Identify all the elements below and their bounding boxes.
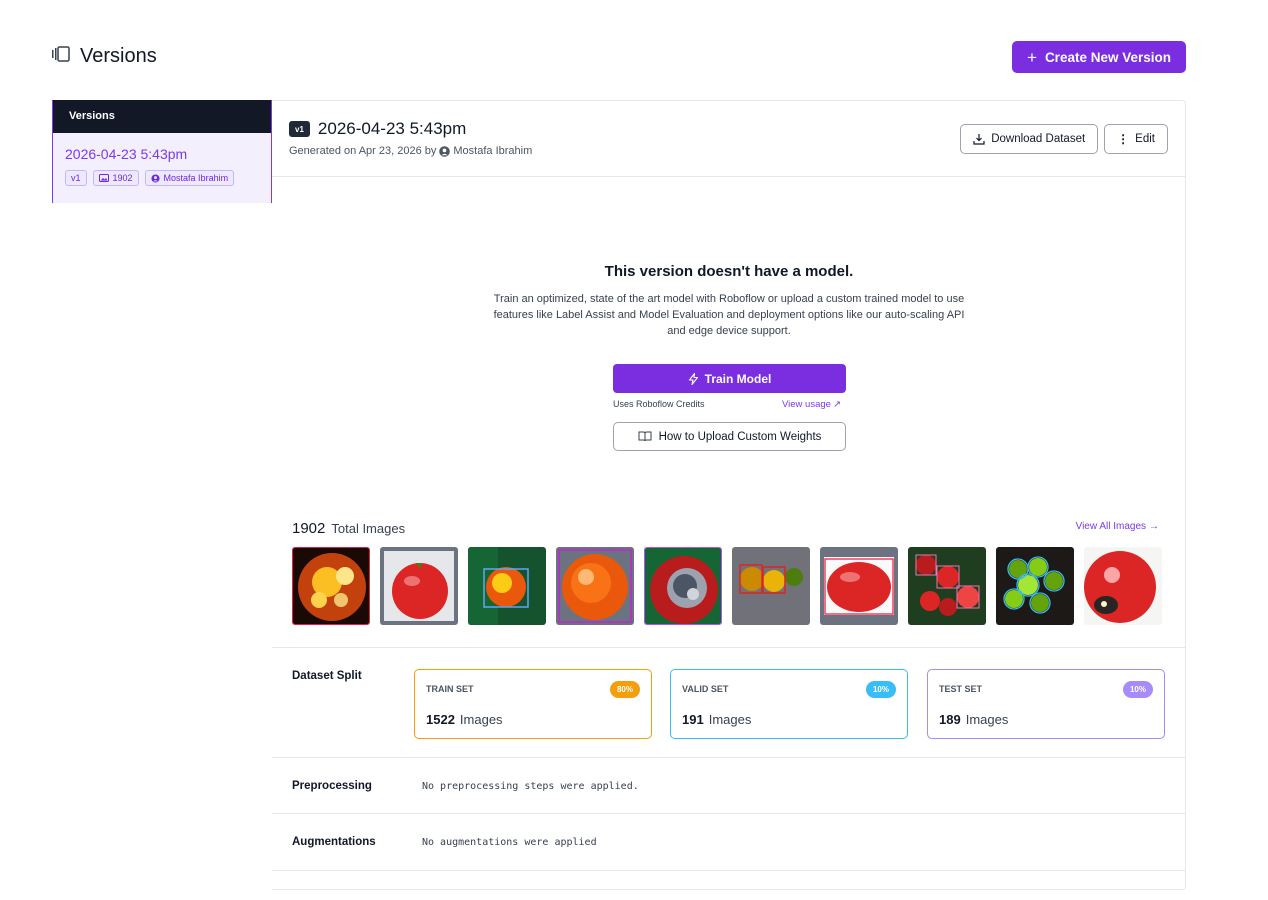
no-model-description: Train an optimized, state of the art mod… [493, 293, 965, 337]
create-new-version-button[interactable]: + Create New Version [1012, 41, 1186, 73]
test-set-percent: 10% [1122, 681, 1153, 698]
augmentations-row: Augmentations No augmentations were appl… [272, 813, 1185, 871]
image-thumbnails [292, 547, 1162, 625]
thumbnail-image[interactable] [468, 547, 546, 625]
total-images: 1902 Total Images [292, 520, 405, 537]
preprocessing-row: Preprocessing No preprocessing steps wer… [272, 757, 1185, 813]
valid-set-count: 191 Images [682, 712, 752, 727]
version-detail-panel: v1 2026-04-23 5:43pm Generated on Apr 23… [272, 100, 1186, 890]
plus-icon: + [1027, 47, 1037, 67]
version-actions: Download Dataset ⋮ Edit [960, 124, 1168, 154]
thumbnail-image[interactable] [556, 547, 634, 625]
image-icon [98, 174, 109, 182]
thumbnail-image[interactable] [820, 547, 898, 625]
user-icon [439, 145, 451, 157]
upload-custom-weights-button[interactable]: How to Upload Custom Weights [613, 422, 846, 451]
augmentations-label: Augmentations [292, 836, 376, 848]
dataset-split-label: Dataset Split [292, 670, 362, 682]
sidebar-version-item[interactable]: 2026-04-23 5:43pm v1 1902 Mostafa Ibrahi… [53, 133, 271, 203]
version-badge: v1 [65, 170, 87, 186]
sidebar-version-date: 2026-04-23 5:43pm [65, 146, 188, 162]
credits-note: Uses Roboflow Credits [613, 399, 705, 409]
download-icon [973, 134, 985, 145]
page-header: Versions + Create New Version [52, 41, 1186, 73]
thumbnail-image[interactable] [908, 547, 986, 625]
test-set-card: TEST SET 10% 189 Images [927, 669, 1165, 739]
thumbnail-image[interactable] [380, 547, 458, 625]
version-header: v1 2026-04-23 5:43pm Generated on Apr 23… [272, 101, 1185, 177]
sidebar-version-badges: v1 1902 Mostafa Ibrahim [65, 170, 259, 186]
download-dataset-button[interactable]: Download Dataset [960, 124, 1099, 154]
version-title-row: v1 2026-04-23 5:43pm [289, 119, 466, 139]
dataset-split-section: Dataset Split TRAIN SET 80% 1522 Images V… [272, 647, 1185, 757]
arrow-right-icon: → [1149, 521, 1159, 532]
more-vertical-icon: ⋮ [1117, 132, 1130, 146]
thumbnail-image[interactable] [1084, 547, 1162, 625]
thumbnail-image[interactable] [732, 547, 810, 625]
augmentations-value: No augmentations were applied [422, 837, 597, 848]
thumbnail-image[interactable] [644, 547, 722, 625]
book-icon [638, 431, 652, 442]
no-model-title: This version doesn't have a model. [604, 263, 854, 280]
train-set-percent: 80% [609, 681, 640, 698]
total-images-label: Total Images [331, 521, 406, 536]
create-new-version-label: Create New Version [1044, 49, 1171, 65]
versions-icon [52, 46, 70, 67]
edit-button[interactable]: ⋮ Edit [1104, 124, 1168, 154]
preprocessing-value: No preprocessing steps were applied. [422, 781, 639, 792]
valid-set-percent: 10% [865, 681, 896, 698]
sidebar-heading: Versions [53, 100, 271, 133]
valid-set-card: VALID SET 10% 191 Images [670, 669, 908, 739]
image-count-badge: 1902 [92, 170, 139, 186]
test-set-name: TEST SET [939, 684, 983, 694]
version-subtitle: Generated on Apr 23, 2026 by Mostafa Ibr… [289, 145, 532, 157]
train-set-card: TRAIN SET 80% 1522 Images [414, 669, 652, 739]
train-model-button[interactable]: Train Model [613, 364, 846, 393]
author-name: Mostafa Ibrahim [453, 145, 533, 157]
version-number-badge: v1 [289, 121, 310, 137]
train-set-name: TRAIN SET [426, 684, 474, 694]
view-usage-link[interactable]: View usage ↗ [782, 399, 841, 410]
test-set-count: 189 Images [939, 712, 1009, 727]
user-badge: Mostafa Ibrahim [144, 170, 235, 186]
lightning-icon [688, 372, 698, 385]
versions-sidebar: Versions 2026-04-23 5:43pm v1 1902 Mosta… [52, 100, 272, 203]
user-icon [150, 173, 160, 183]
train-set-count: 1522 Images [426, 712, 503, 727]
thumbnail-image[interactable] [292, 547, 370, 625]
version-title: 2026-04-23 5:43pm [317, 119, 467, 138]
no-model-section: This version doesn't have a model. Train… [272, 263, 1186, 339]
preprocessing-label: Preprocessing [292, 780, 372, 792]
thumbnail-image[interactable] [996, 547, 1074, 625]
external-arrow-icon: ↗ [832, 399, 841, 410]
view-all-images-link[interactable]: View All Images → [1076, 521, 1159, 532]
total-images-count: 1902 [292, 520, 326, 537]
valid-set-name: VALID SET [682, 684, 729, 694]
page-title-group: Versions [52, 45, 157, 68]
page-title: Versions [80, 45, 157, 67]
generated-on-text: Generated on Apr 23, 2026 by [289, 145, 437, 157]
